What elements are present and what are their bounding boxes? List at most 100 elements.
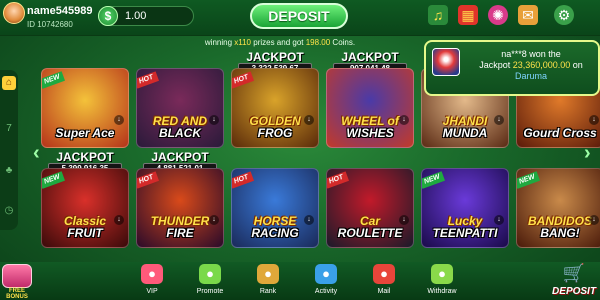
game-card-horse-racing[interactable]: HOT HORSE RACING ↓: [231, 168, 319, 248]
top-bar: name545989 ID 10742680 $ 1.00 DEPOSIT ♫ …: [0, 0, 600, 36]
cards-icon[interactable]: ♣: [2, 164, 16, 178]
bottom-deposit-button[interactable]: 🛒 DEPOSIT: [548, 262, 600, 300]
download-icon: ↓: [114, 215, 124, 225]
nav-label: Mail: [377, 288, 391, 295]
balance-value: 1.00: [125, 10, 147, 22]
nav-promote[interactable]: ● Promote: [188, 262, 232, 300]
badge-hot: HOT: [232, 71, 254, 89]
coin-icon: $: [98, 6, 118, 26]
withdraw-icon: ●: [431, 264, 453, 284]
trophy-icon: ●: [257, 264, 279, 284]
download-icon: ↓: [209, 215, 219, 225]
nav-label: Rank: [259, 288, 277, 295]
username: name545989: [27, 5, 93, 17]
777-icon[interactable]: 7: [2, 122, 16, 136]
jackpot-label: JACKPOT: [246, 50, 304, 64]
settings-icon[interactable]: ⚙: [554, 5, 574, 25]
notification-player: na***8 won the: [501, 49, 561, 59]
game-title-line2: WISHES: [346, 126, 394, 140]
game-title-line2: RACING: [251, 226, 299, 240]
nav-label: Promote: [196, 288, 224, 295]
game-title-line2: BANG!: [540, 226, 580, 240]
bottom-bar: [0, 262, 600, 300]
money-bag-icon: ●: [199, 264, 221, 284]
nav-withdraw[interactable]: ● Withdraw: [420, 262, 464, 300]
nav-label: Activity: [314, 288, 338, 295]
game-card-super-ace[interactable]: NEW Super Ace ↓: [41, 68, 129, 148]
download-icon: ↓: [114, 115, 124, 125]
game-title: Gourd Cross: [523, 126, 597, 140]
ticker-multiplier: x110: [234, 38, 252, 47]
bottom-deposit-label: DEPOSIT: [552, 286, 596, 297]
balance-display[interactable]: $ 1.00: [98, 6, 194, 26]
download-icon: ↓: [399, 115, 409, 125]
download-icon: ↓: [589, 115, 599, 125]
badge-hot: HOT: [327, 171, 349, 189]
game-card-classic-fruit[interactable]: NEW Classic FRUIT ↓: [41, 168, 129, 248]
clock-icon[interactable]: ◷: [2, 204, 16, 218]
badge-new: NEW: [42, 171, 66, 189]
free-bonus-icon: [2, 264, 32, 288]
nav-label: Withdraw: [427, 288, 457, 295]
game-title-line2: FROG: [257, 126, 293, 140]
download-icon: ↓: [304, 215, 314, 225]
category-sidebar: ⌂ 7 ♣ ◷: [0, 70, 18, 230]
badge-hot: HOT: [137, 171, 159, 189]
download-icon: ↓: [399, 215, 409, 225]
ticker-text: winning: [204, 38, 235, 47]
game-title-line2: MUNDA: [442, 126, 488, 140]
notification-game: Daruma: [514, 71, 547, 81]
notification-prefix: Jackpot: [479, 60, 513, 70]
notification-middle: on: [570, 60, 583, 70]
avatar[interactable]: [3, 2, 25, 24]
winner-ticker: winning x110 prizes and got 198.00 Coins…: [150, 38, 410, 50]
badge-new: NEW: [517, 171, 541, 189]
game-card-lucky-teenpatti[interactable]: NEW Lucky TEENPATTI ↓: [421, 168, 509, 248]
deposit-button[interactable]: DEPOSIT: [250, 3, 348, 29]
nav-label: VIP: [146, 288, 158, 295]
notification-amount: 23,360,000.00: [512, 60, 571, 70]
ticker-amount: 198.00: [305, 38, 331, 47]
game-title-line2: ROULETTE: [337, 226, 403, 240]
crown-icon: ●: [141, 264, 163, 284]
ticker-suffix: Coins.: [330, 38, 356, 47]
nav-rank[interactable]: ● Rank: [246, 262, 290, 300]
wheel-icon[interactable]: ✺: [488, 5, 508, 25]
game-title-line2: BLACK: [159, 126, 201, 140]
game-card-thunder-fire[interactable]: HOT THUNDER FIRE ↓: [136, 168, 224, 248]
game-card-car-roulette[interactable]: HOT Car ROULETTE ↓: [326, 168, 414, 248]
jackpot-notification: na***8 won the Jackpot 23,360,000.00 on …: [424, 40, 600, 96]
game-card-golden-frog[interactable]: HOT GOLDEN FROG ↓: [231, 68, 319, 148]
game-card-bandidos-bang[interactable]: NEW BANDIDOS BANG! ↓: [516, 168, 600, 248]
game-title-line2: FRUIT: [67, 226, 103, 240]
nav-vip[interactable]: ● VIP: [130, 262, 174, 300]
download-icon: ↓: [209, 115, 219, 125]
mailbox-icon: ●: [373, 264, 395, 284]
free-bonus-button[interactable]: FREE BONUS: [0, 262, 34, 300]
game-card-red-and-black[interactable]: HOT RED AND BLACK ↓: [136, 68, 224, 148]
gift-icon[interactable]: ♫: [428, 5, 448, 25]
download-icon: ↓: [494, 215, 504, 225]
download-icon: ↓: [304, 115, 314, 125]
badge-new: NEW: [422, 171, 446, 189]
ticker-text-2: prizes and got: [251, 38, 306, 47]
game-title: Super Ace: [55, 126, 115, 140]
jackpot-label: JACKPOT: [341, 50, 399, 64]
nav-activity[interactable]: ● Activity: [304, 262, 348, 300]
daruma-thumbnail: [432, 48, 460, 76]
mail-icon[interactable]: ✉: [518, 5, 538, 25]
treasure-box-icon[interactable]: ▦: [458, 5, 478, 25]
jackpot-label: JACKPOT: [151, 150, 209, 164]
home-icon[interactable]: ⌂: [2, 76, 16, 90]
notification-text: na***8 won the Jackpot 23,360,000.00 on …: [464, 49, 598, 82]
gift-box-icon: ●: [315, 264, 337, 284]
download-icon: ↓: [494, 115, 504, 125]
game-card-wheel-of-wishes[interactable]: WHEEL of WISHES ↓: [326, 68, 414, 148]
game-title-line2: TEENPATTI: [432, 226, 498, 240]
nav-mail[interactable]: ● Mail: [362, 262, 406, 300]
game-title-line2: FIRE: [166, 226, 194, 240]
badge-hot: HOT: [137, 71, 159, 89]
free-bonus-label: FREE BONUS: [6, 288, 28, 300]
jackpot-label: JACKPOT: [56, 150, 114, 164]
badge-new: NEW: [42, 71, 66, 89]
